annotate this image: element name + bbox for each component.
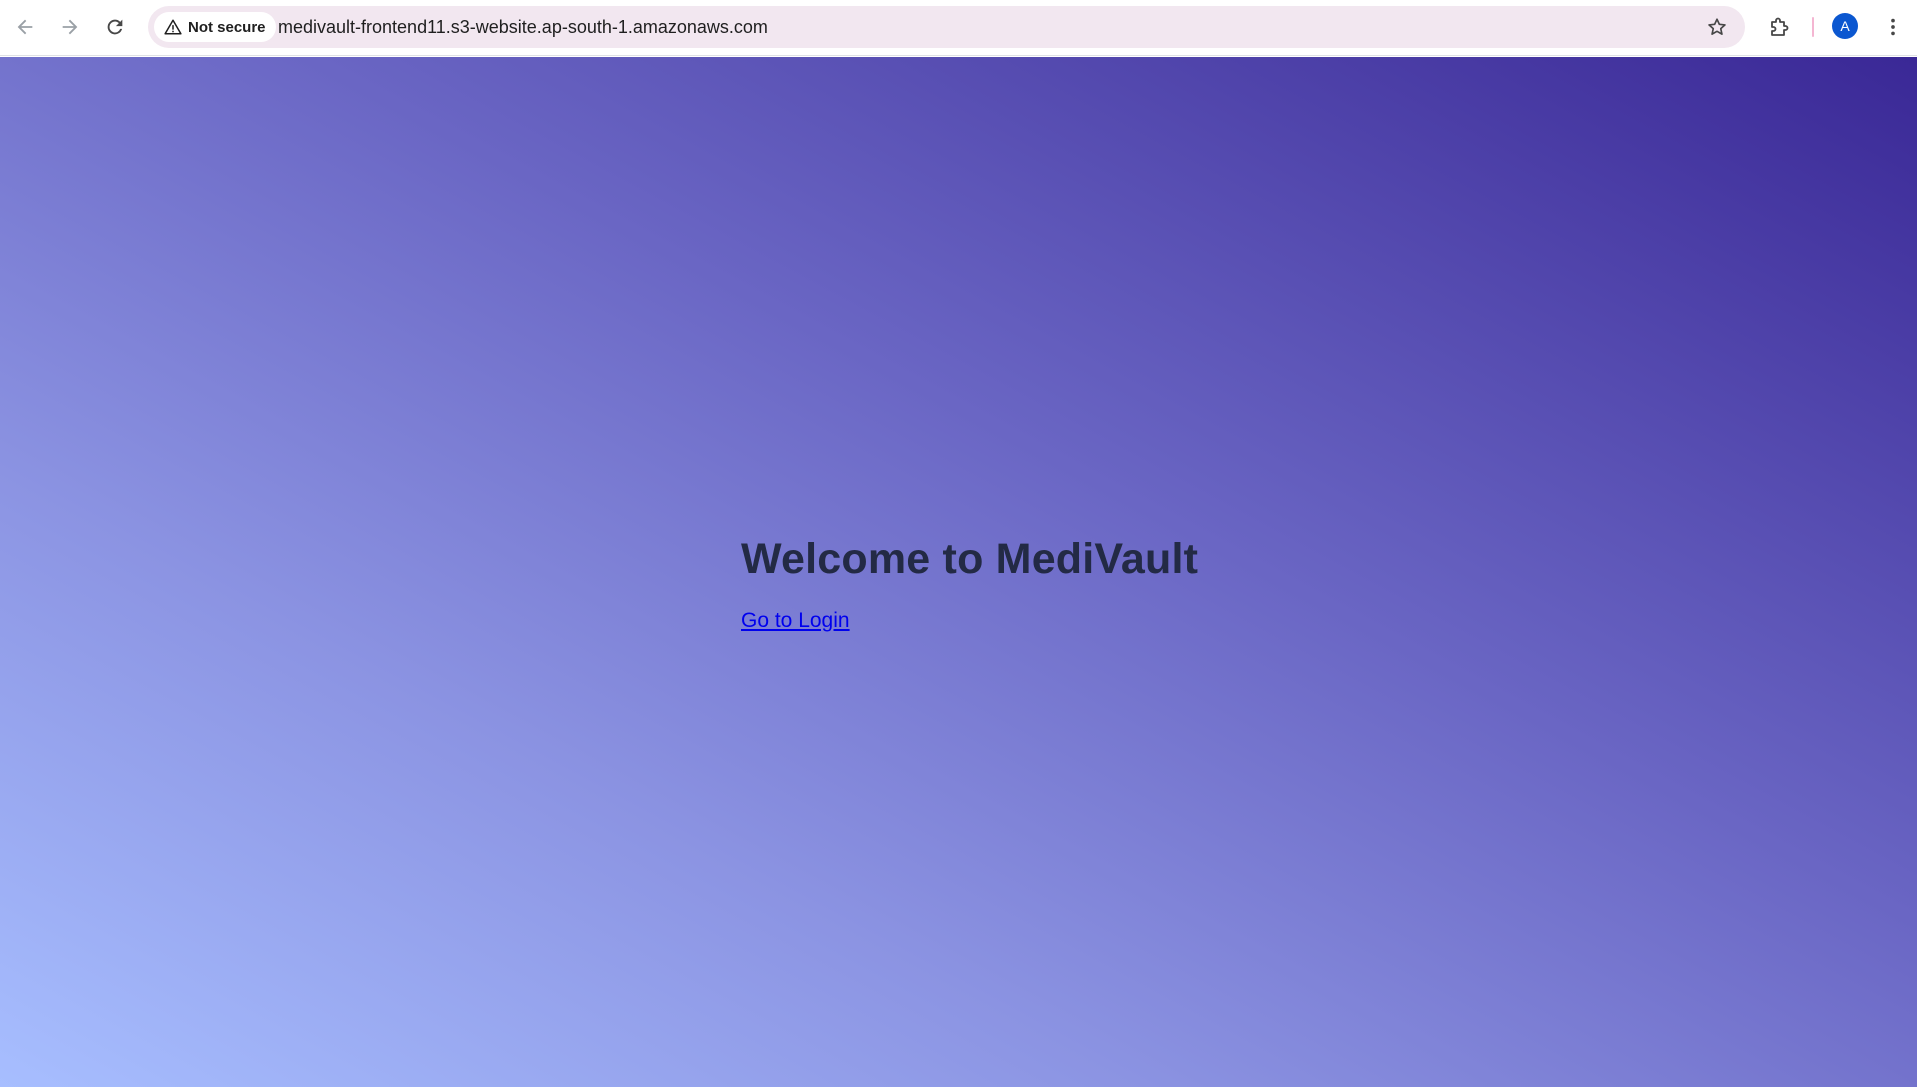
- toolbar-divider: [1812, 17, 1814, 37]
- forward-button[interactable]: [52, 9, 88, 45]
- page-viewport: Welcome to MediVault Go to Login: [0, 57, 1917, 1087]
- browser-menu-button[interactable]: [1876, 10, 1910, 44]
- arrow-right-icon: [62, 19, 78, 35]
- puzzle-icon: [1771, 17, 1789, 36]
- address-bar[interactable]: Not secure medivault-frontend11.s3-websi…: [148, 6, 1745, 48]
- browser-toolbar: Not secure medivault-frontend11.s3-websi…: [0, 0, 1917, 56]
- arrow-left-icon: [17, 19, 33, 35]
- reload-icon: [107, 19, 123, 35]
- warning-triangle-icon: [164, 19, 182, 35]
- reload-button[interactable]: [97, 9, 133, 45]
- extensions-button[interactable]: [1763, 10, 1797, 44]
- page-title: Welcome to MediVault: [741, 535, 1199, 583]
- login-link[interactable]: Go to Login: [741, 609, 850, 633]
- back-button[interactable]: [7, 9, 43, 45]
- bookmark-button[interactable]: [1705, 15, 1729, 39]
- url-text[interactable]: medivault-frontend11.s3-website.ap-south…: [278, 17, 768, 38]
- welcome-section: Welcome to MediVault Go to Login: [741, 535, 1198, 633]
- kebab-menu-icon: [1891, 18, 1895, 36]
- security-indicator[interactable]: Not secure: [154, 12, 276, 42]
- security-label: Not secure: [188, 18, 266, 36]
- star-outline-icon: [1708, 18, 1726, 35]
- profile-avatar[interactable]: A: [1832, 13, 1858, 39]
